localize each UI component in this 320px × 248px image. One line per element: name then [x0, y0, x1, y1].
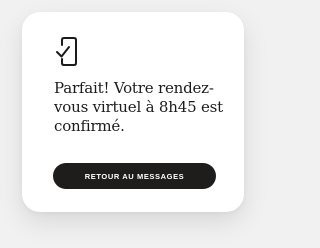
back-to-messages-button[interactable]: RETOUR AU MESSAGES — [53, 163, 216, 189]
phone-check-icon — [56, 37, 80, 69]
confirmation-card: Parfait! Votre rendez-vous virtuel à 8h4… — [22, 12, 244, 212]
confirmation-message: Parfait! Votre rendez-vous virtuel à 8h4… — [54, 79, 223, 135]
